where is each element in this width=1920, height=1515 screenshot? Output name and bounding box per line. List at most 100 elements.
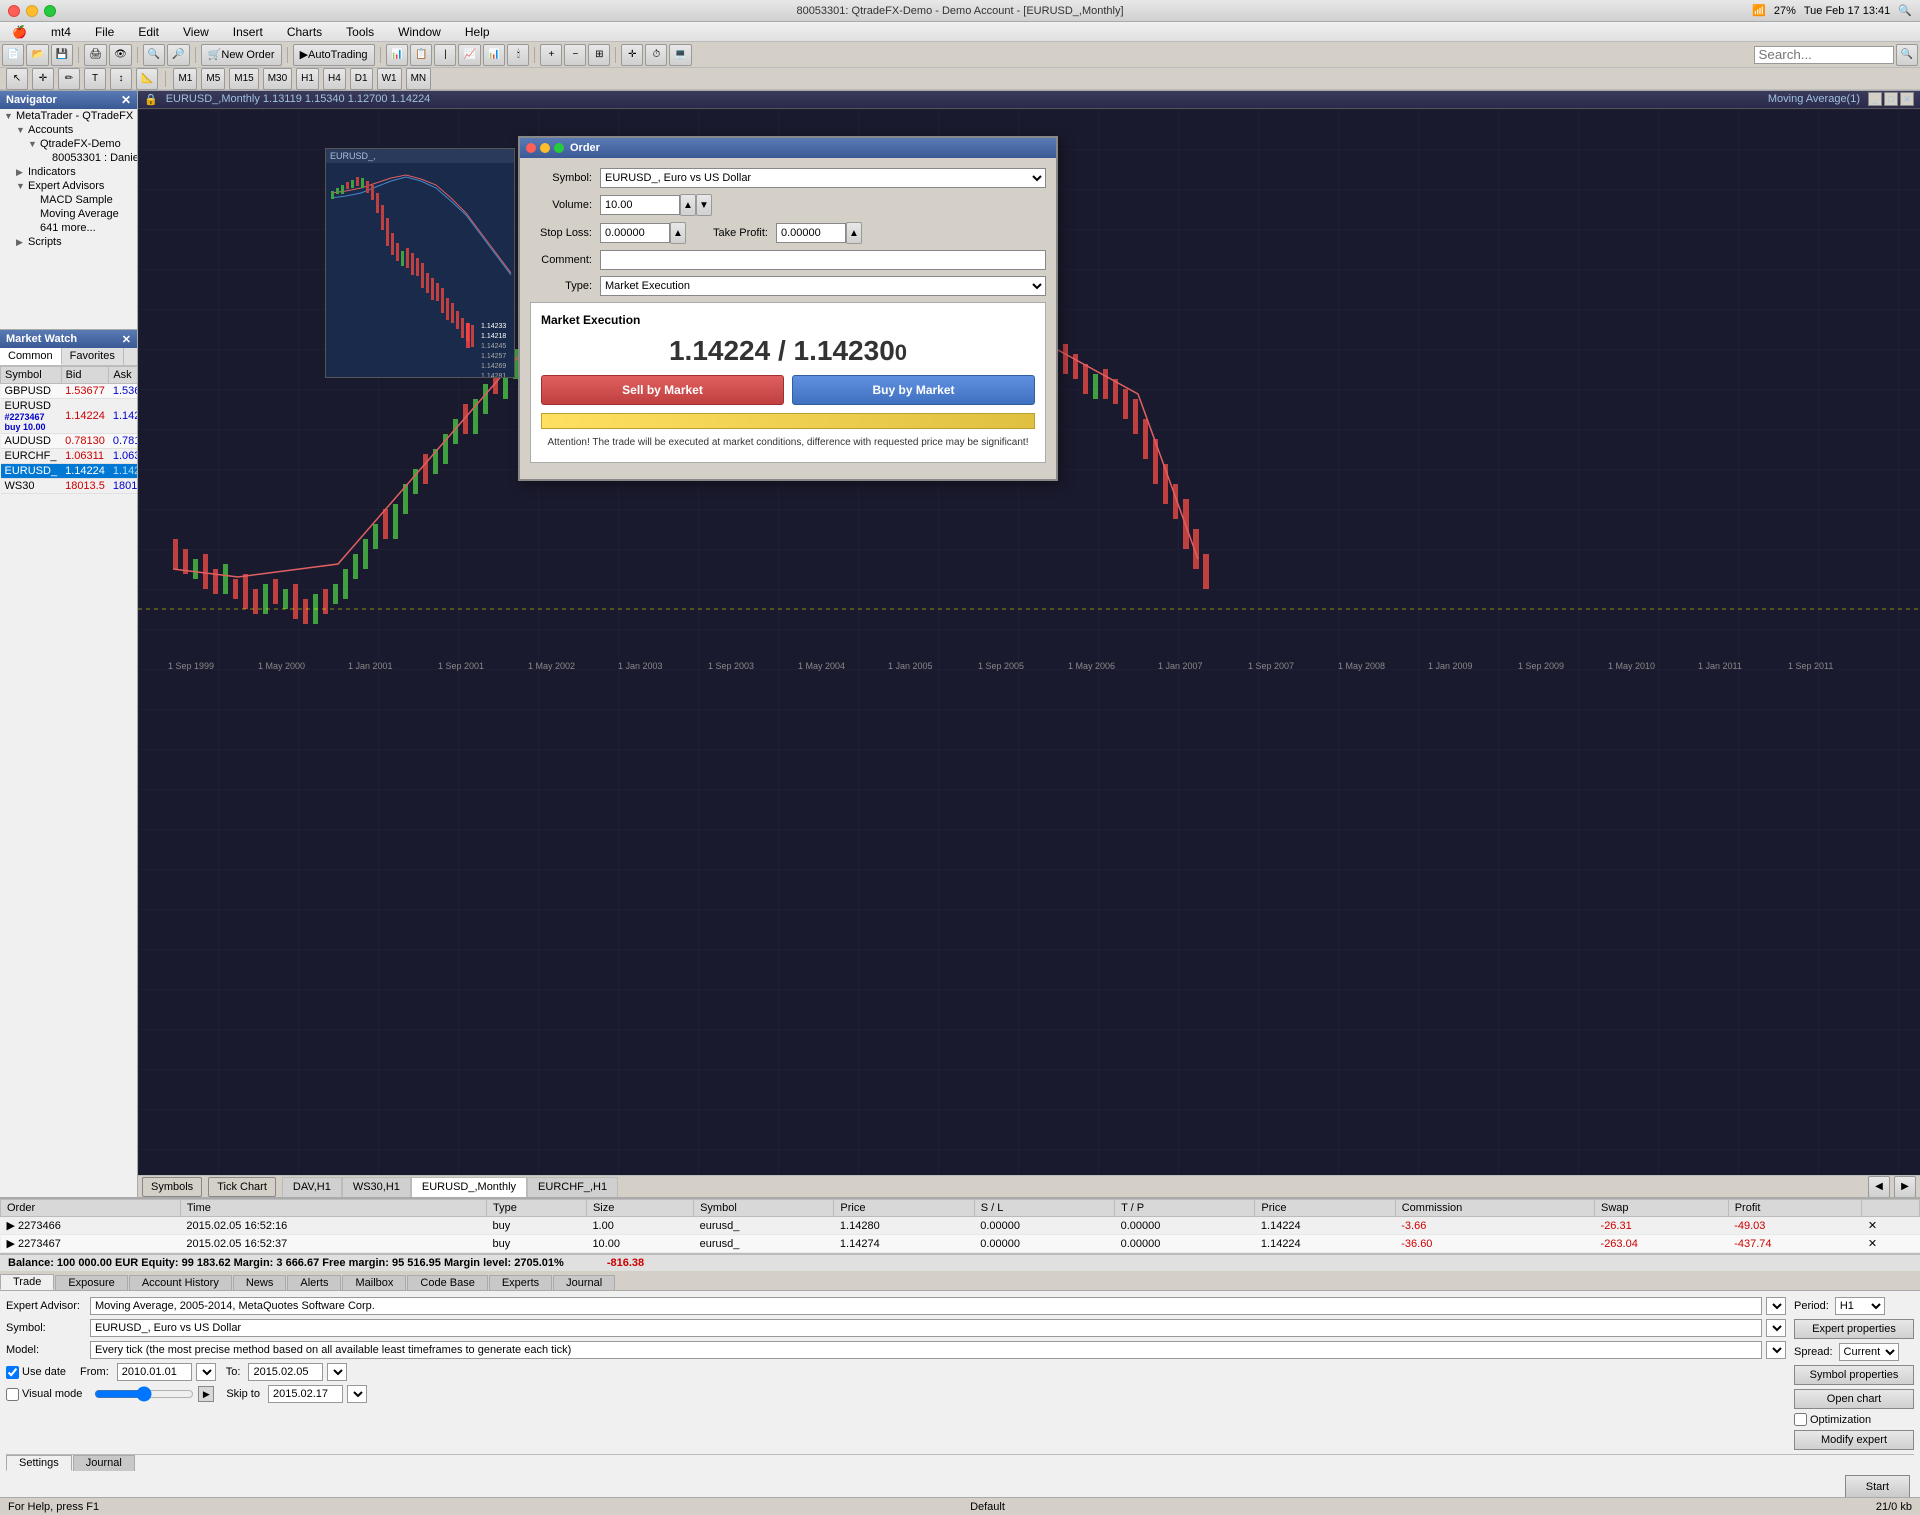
close-cell-1[interactable]: ✕: [1862, 1235, 1920, 1253]
indicator-btn[interactable]: 📊: [386, 44, 408, 66]
candle-chart-btn[interactable]: 🕯: [507, 44, 529, 66]
tree-item-more[interactable]: 641 more...: [0, 221, 137, 235]
tf-h1[interactable]: H1: [296, 68, 319, 90]
btab-experts[interactable]: Experts: [489, 1275, 552, 1290]
draw-btn[interactable]: 📐: [136, 68, 158, 90]
mw-row-5[interactable]: WS3018013.518015.5: [1, 479, 138, 494]
expert-model-input[interactable]: [90, 1341, 1762, 1359]
mw-row-1[interactable]: EURUSD#2273467 buy 10.001.142241.14230: [1, 399, 138, 434]
chart-min-btn[interactable]: _: [1868, 92, 1882, 106]
btab-mailbox[interactable]: Mailbox: [342, 1275, 406, 1290]
to-date-input[interactable]: [248, 1363, 323, 1381]
skip-to-picker[interactable]: ▼: [347, 1385, 367, 1403]
open-btn[interactable]: 📂: [26, 44, 48, 66]
tf-mn[interactable]: MN: [406, 68, 432, 90]
order-dialog[interactable]: EURUSD_,: [518, 136, 1058, 481]
zoom-out-btn[interactable]: 🔎: [167, 44, 189, 66]
new-chart-btn[interactable]: 📄: [2, 44, 24, 66]
expert-symbol-input[interactable]: [90, 1319, 1762, 1337]
dialog-sl-input[interactable]: [600, 223, 670, 243]
buy-by-market-btn[interactable]: Buy by Market: [792, 375, 1035, 405]
dialog-min-btn[interactable]: [540, 143, 550, 153]
tick-chart-button[interactable]: Tick Chart: [208, 1177, 276, 1197]
tree-item-0[interactable]: ▼ MetaTrader - QTradeFX: [0, 109, 137, 123]
use-date-checkbox-label[interactable]: Use date: [6, 1366, 66, 1379]
sl-up-btn[interactable]: ▲: [670, 222, 686, 244]
mw-row-3[interactable]: EURCHF_1.063111.06339: [1, 449, 138, 464]
journal-tab[interactable]: Journal: [73, 1455, 135, 1471]
chart-tab-0[interactable]: DAV,H1: [282, 1177, 342, 1197]
tf-w1[interactable]: W1: [377, 68, 402, 90]
ea-select-arrow[interactable]: ▼: [1766, 1297, 1786, 1315]
dialog-symbol-select[interactable]: EURUSD_, Euro vs US Dollar: [600, 168, 1046, 188]
mw-tab-favorites[interactable]: Favorites: [62, 348, 124, 365]
use-date-checkbox[interactable]: [6, 1366, 19, 1379]
dialog-type-select[interactable]: Market Execution: [600, 276, 1046, 296]
symbol-select-arrow[interactable]: ▼: [1766, 1319, 1786, 1337]
menu-help[interactable]: Help: [461, 25, 494, 39]
tree-item-scripts[interactable]: ▶ Scripts: [0, 235, 137, 249]
order-row-1[interactable]: ▶ 22734672015.02.05 16:52:37buy10.00euru…: [1, 1235, 1920, 1253]
from-date-input[interactable]: [117, 1363, 192, 1381]
sell-by-market-btn[interactable]: Sell by Market: [541, 375, 784, 405]
modify-expert-btn[interactable]: Modify expert: [1794, 1430, 1914, 1450]
menu-view[interactable]: View: [179, 25, 213, 39]
minimize-window-btn[interactable]: [26, 5, 38, 17]
save-btn[interactable]: 💾: [51, 44, 73, 66]
btab-account-history[interactable]: Account History: [129, 1275, 232, 1290]
tree-item-ea[interactable]: ▼ Expert Advisors: [0, 179, 137, 193]
from-date-picker[interactable]: ▼: [196, 1363, 216, 1381]
btab-exposure[interactable]: Exposure: [55, 1275, 127, 1290]
to-date-picker[interactable]: ▼: [327, 1363, 347, 1381]
bar-chart-btn[interactable]: 📊: [483, 44, 505, 66]
crosshair-btn[interactable]: ✛: [621, 44, 643, 66]
zoom-in-btn[interactable]: 🔍: [143, 44, 165, 66]
tree-item-indicators[interactable]: ▶ Indicators: [0, 165, 137, 179]
tp-up-btn[interactable]: ▲: [846, 222, 862, 244]
print-btn[interactable]: 🖨: [84, 44, 107, 66]
dialog-close-btn[interactable]: [526, 143, 536, 153]
arrow-btn[interactable]: ↕: [110, 68, 132, 90]
chart-close-btn[interactable]: ✕: [1900, 92, 1914, 106]
search-input[interactable]: [1754, 46, 1894, 64]
dialog-volume-input[interactable]: [600, 195, 680, 215]
mw-row-2[interactable]: AUDUSD0.781300.78138: [1, 434, 138, 449]
chart-max-btn[interactable]: □: [1884, 92, 1898, 106]
model-select-arrow[interactable]: ▼: [1766, 1341, 1786, 1359]
volume-up-btn[interactable]: ▲: [680, 194, 696, 216]
tree-item-demo[interactable]: ▼ QtradeFX-Demo: [0, 137, 137, 151]
period-select[interactable]: H1: [1835, 1297, 1885, 1315]
btab-alerts[interactable]: Alerts: [287, 1275, 341, 1290]
menu-charts[interactable]: Charts: [283, 25, 326, 39]
fit-btn[interactable]: ⊞: [588, 44, 610, 66]
dialog-max-btn[interactable]: [554, 143, 564, 153]
dialog-tp-input[interactable]: [776, 223, 846, 243]
search-go-btn[interactable]: 🔍: [1896, 44, 1918, 66]
tf-h4[interactable]: H4: [323, 68, 346, 90]
tf-m5[interactable]: M5: [201, 68, 225, 90]
chart-prev-btn[interactable]: ◀: [1868, 1176, 1890, 1198]
tree-item-macd[interactable]: MACD Sample: [0, 193, 137, 207]
close-cell-0[interactable]: ✕: [1862, 1217, 1920, 1235]
chart-tab-3[interactable]: EURCHF_,H1: [527, 1177, 618, 1197]
optimization-checkbox[interactable]: [1794, 1413, 1807, 1426]
tree-item-ma[interactable]: Moving Average: [0, 207, 137, 221]
menu-mt4[interactable]: mt4: [47, 25, 75, 39]
tf-m1[interactable]: M1: [173, 68, 197, 90]
search-icon[interactable]: 🔍: [1898, 4, 1912, 17]
menu-file[interactable]: File: [91, 25, 118, 39]
mw-row-0[interactable]: GBPUSD1.536771.53677: [1, 384, 138, 399]
chart-next-btn[interactable]: ▶: [1894, 1176, 1916, 1198]
visual-mode-checkbox[interactable]: [6, 1388, 19, 1401]
terminal-btn[interactable]: 💻: [669, 44, 691, 66]
period-sep-btn[interactable]: |: [434, 44, 456, 66]
btab-news[interactable]: News: [233, 1275, 287, 1290]
visual-slider[interactable]: [94, 1386, 194, 1402]
symbols-button[interactable]: Symbols: [142, 1177, 202, 1197]
line-chart-btn[interactable]: 📈: [458, 44, 480, 66]
tf-m30[interactable]: M30: [263, 68, 292, 90]
open-chart-btn[interactable]: Open chart: [1794, 1389, 1914, 1409]
symbol-props-btn[interactable]: Symbol properties: [1794, 1365, 1914, 1385]
tree-item-accounts[interactable]: ▼ Accounts: [0, 123, 137, 137]
zoom-out2-btn[interactable]: −: [564, 44, 586, 66]
